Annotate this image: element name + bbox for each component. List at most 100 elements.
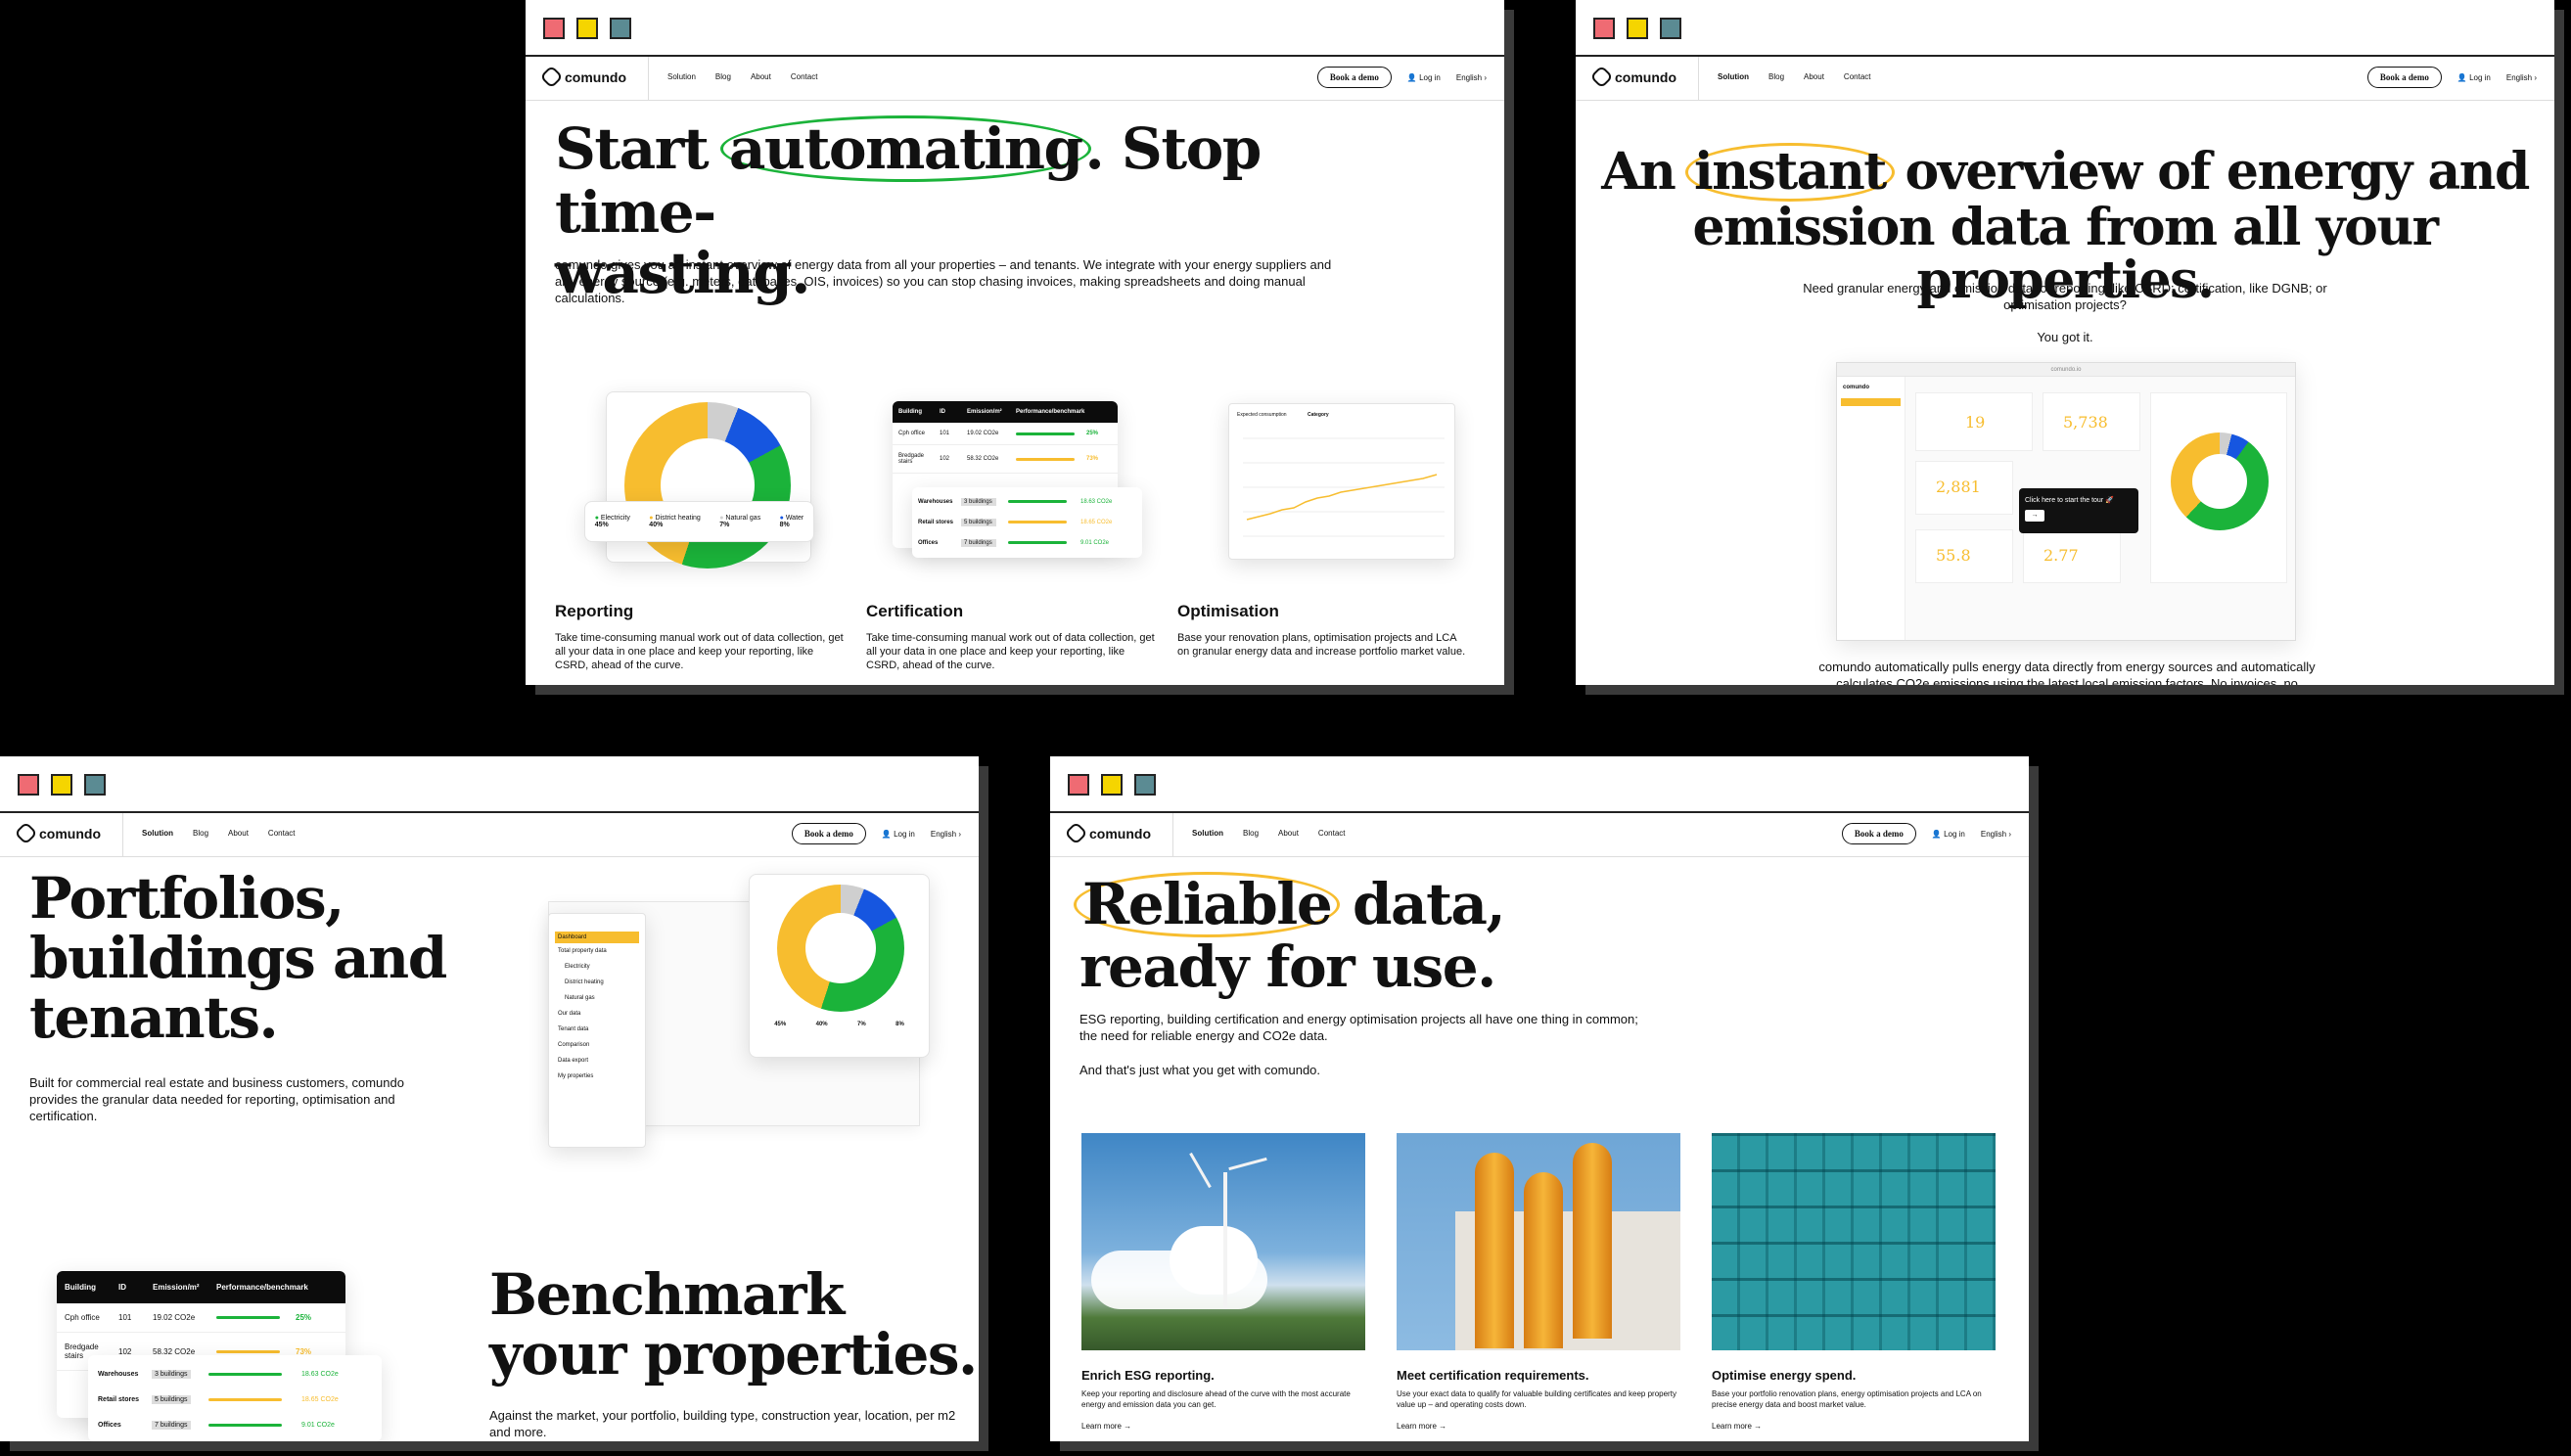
group-tag: 7 buildings — [961, 538, 996, 547]
language-select[interactable]: English › — [2506, 73, 2537, 82]
nav-solution[interactable]: Solution — [1718, 72, 1749, 81]
nav-contact[interactable]: Contact — [268, 829, 296, 838]
col-building: Building — [898, 409, 922, 415]
language-select[interactable]: English › — [931, 830, 961, 839]
group-tag: 3 buildings — [152, 1369, 191, 1379]
teal-square — [84, 774, 106, 796]
book-demo-button[interactable]: Book a demo — [791, 823, 866, 844]
menu-electricity[interactable]: Electricity — [555, 959, 639, 975]
group-name: Warehouses — [98, 1370, 139, 1378]
card-energy-spend: Optimise energy spend. Base your portfol… — [1712, 1368, 1996, 1431]
book-demo-button[interactable]: Book a demo — [1841, 823, 1916, 844]
group-bar — [1008, 521, 1067, 523]
arrow-right-icon[interactable]: → — [2025, 510, 2044, 522]
login-link[interactable]: 👤 Log in — [2457, 73, 2491, 82]
menu-comparison[interactable]: Comparison — [555, 1037, 639, 1053]
menu-dashboard[interactable]: Dashboard — [555, 932, 639, 943]
book-demo-button[interactable]: Book a demo — [2366, 67, 2442, 88]
legend-label: Electricity — [600, 515, 630, 522]
learn-more-link[interactable]: Learn more → — [1397, 1422, 1680, 1431]
nav-about[interactable]: About — [1278, 829, 1299, 838]
group-row[interactable]: Retail stores 5 buildings 18.65 CO2e — [98, 1387, 372, 1412]
legend-value: 7% — [719, 522, 730, 528]
stat-value: 55.8 — [1936, 546, 1971, 565]
donut-legend: 45% 40% 7% 8% — [759, 1022, 919, 1027]
nav-about[interactable]: About — [228, 829, 249, 838]
nav-blog[interactable]: Blog — [1243, 829, 1259, 838]
nav-blog[interactable]: Blog — [193, 829, 208, 838]
menu-data-export[interactable]: Data export — [555, 1053, 639, 1069]
login-link[interactable]: 👤 Log in — [1407, 73, 1441, 82]
nav-contact[interactable]: Contact — [1844, 72, 1871, 81]
hero-word-start: Start — [555, 115, 710, 182]
energy-mix-donut — [777, 885, 904, 1012]
language-select[interactable]: English › — [1456, 73, 1487, 82]
logo[interactable]: comundo — [14, 821, 101, 845]
learn-more-link[interactable]: Learn more → — [1712, 1422, 1996, 1431]
table-row[interactable]: Bredgade stairs 102 58.32 CO2e 73% — [893, 445, 1118, 474]
login-link[interactable]: 👤 Log in — [882, 830, 915, 839]
perf-bar — [216, 1349, 280, 1353]
learn-more-link[interactable]: Learn more → — [1081, 1422, 1365, 1431]
menu-total-property[interactable]: Total property data — [555, 943, 639, 959]
group-tag: 5 buildings — [961, 518, 996, 526]
glass-facade-photo — [1712, 1133, 1996, 1350]
login-link[interactable]: 👤 Log in — [1932, 830, 1965, 839]
legend-label: District heating — [655, 515, 701, 522]
group-row[interactable]: Warehouses 3 buildings 18.63 CO2e — [98, 1361, 372, 1387]
logo-text: comundo — [39, 825, 101, 842]
menu-district-heating[interactable]: District heating — [555, 975, 639, 990]
nav-blog[interactable]: Blog — [715, 72, 731, 81]
yellow-square — [1101, 774, 1123, 796]
nav-solution[interactable]: Solution — [142, 829, 173, 838]
table-row[interactable]: Cph office 101 19.02 CO2e 25% — [893, 423, 1118, 445]
cell-emission: 58.32 CO2e — [967, 456, 999, 462]
teal-square — [610, 18, 631, 39]
red-square — [1593, 18, 1615, 39]
nav-blog[interactable]: Blog — [1768, 72, 1784, 81]
cell-pct: 73% — [1086, 456, 1099, 462]
nav-about[interactable]: About — [1804, 72, 1824, 81]
group-row[interactable]: Retail stores 5 buildings 18.65 CO2e — [918, 512, 1136, 532]
feature-title: Optimisation — [1177, 602, 1279, 620]
language-select[interactable]: English › — [1981, 830, 2011, 839]
menu-natural-gas[interactable]: Natural gas — [555, 990, 639, 1006]
wind-turbine-photo — [1081, 1133, 1365, 1350]
table-row[interactable]: Cph office 101 19.02 CO2e 25% — [57, 1303, 345, 1333]
nav-solution[interactable]: Solution — [1192, 829, 1223, 838]
group-row[interactable]: Offices 7 buildings 9.01 CO2e — [918, 532, 1136, 553]
logo[interactable]: comundo — [1064, 821, 1151, 845]
hero-line-2: buildings and — [29, 925, 447, 991]
menu-my-properties[interactable]: My properties — [555, 1069, 639, 1084]
cell-building: Cph office — [898, 431, 925, 436]
feature-title: Reporting — [555, 602, 634, 620]
red-square — [18, 774, 39, 796]
sidebar-active-item[interactable] — [1841, 398, 1901, 406]
nav-solution[interactable]: Solution — [667, 72, 696, 81]
window-portfolios: comundo Solution Blog About Contact Book… — [0, 756, 979, 1441]
menu-our-data[interactable]: Our data — [555, 1006, 639, 1022]
book-demo-button[interactable]: Book a demo — [1316, 67, 1392, 88]
feature-optimisation: Optimisation Base your renovation plans,… — [1177, 602, 1471, 659]
group-name: Retail stores — [918, 519, 954, 525]
feature-certification: Certification Take time-consuming manual… — [866, 602, 1160, 672]
logo[interactable]: comundo — [1589, 65, 1676, 89]
group-value: 18.65 CO2e — [1080, 519, 1113, 525]
site-nav: comundo Solution Blog About Contact Book… — [1050, 813, 2029, 857]
nav-about[interactable]: About — [751, 72, 771, 81]
menu-tenant-data[interactable]: Tenant data — [555, 1022, 639, 1037]
group-value: 18.65 CO2e — [301, 1395, 339, 1403]
group-row[interactable]: Warehouses 3 buildings 18.63 CO2e — [918, 491, 1136, 512]
nav-contact[interactable]: Contact — [791, 72, 818, 81]
col-emission: Emission/m² — [153, 1283, 200, 1292]
logo-text: comundo — [565, 68, 626, 85]
group-value: 18.63 CO2e — [1080, 498, 1113, 505]
nav-divider — [648, 57, 649, 100]
nav-contact[interactable]: Contact — [1318, 829, 1346, 838]
legend-district-heating: ● District heating 40% — [649, 515, 701, 528]
legend-natural-gas: ● Natural gas 7% — [719, 515, 761, 528]
tour-tooltip[interactable]: Click here to start the tour 🚀 → — [2019, 488, 2138, 533]
learn-more-label: Learn more — [1712, 1422, 1752, 1431]
group-row[interactable]: Offices 7 buildings 9.01 CO2e — [98, 1412, 372, 1437]
logo[interactable]: comundo — [539, 65, 626, 89]
